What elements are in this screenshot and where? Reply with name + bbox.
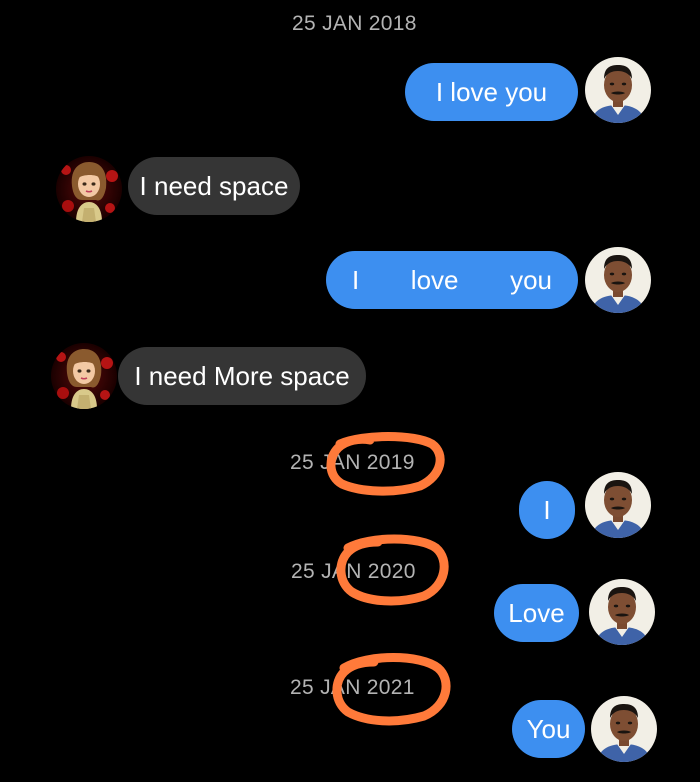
man-avatar-icon <box>585 472 651 538</box>
woman-avatar-icon <box>56 156 122 222</box>
message-text: You <box>526 713 571 744</box>
man-avatar[interactable] <box>585 247 651 313</box>
message-bubble-received[interactable]: I need space <box>128 157 300 215</box>
man-avatar-icon <box>585 247 651 313</box>
man-avatar-icon <box>589 579 655 645</box>
message-word: I <box>352 264 360 295</box>
date-separator: 25 JAN 2018 <box>292 12 417 35</box>
message-bubble-sent[interactable]: I love you <box>405 63 578 121</box>
message-text: I <box>543 494 551 525</box>
man-avatar-icon <box>591 696 657 762</box>
message-text: I need More space <box>134 360 350 391</box>
message-bubble-sent[interactable]: I love you <box>326 251 578 309</box>
man-avatar[interactable] <box>589 579 655 645</box>
date-separator: 25 JAN 2019 <box>290 451 415 474</box>
date-separator: 25 JAN 2021 <box>290 676 415 699</box>
woman-avatar-icon <box>51 343 117 409</box>
man-avatar[interactable] <box>591 696 657 762</box>
message-word: you <box>510 264 552 295</box>
man-avatar[interactable] <box>585 472 651 538</box>
message-bubble-sent[interactable]: I <box>519 481 575 539</box>
message-bubble-sent[interactable]: Love <box>494 584 579 642</box>
message-bubble-received[interactable]: I need More space <box>118 347 366 405</box>
message-bubble-sent[interactable]: You <box>512 700 585 758</box>
date-separator: 25 JAN 2020 <box>291 560 416 583</box>
message-text: Love <box>508 597 565 628</box>
man-avatar-icon <box>585 57 651 123</box>
bitmoji-woman-avatar[interactable] <box>51 343 117 409</box>
man-avatar[interactable] <box>585 57 651 123</box>
message-word: love <box>410 264 459 295</box>
bitmoji-woman-avatar[interactable] <box>56 156 122 222</box>
message-text: I need space <box>139 170 289 201</box>
message-text: I love you <box>435 76 548 107</box>
